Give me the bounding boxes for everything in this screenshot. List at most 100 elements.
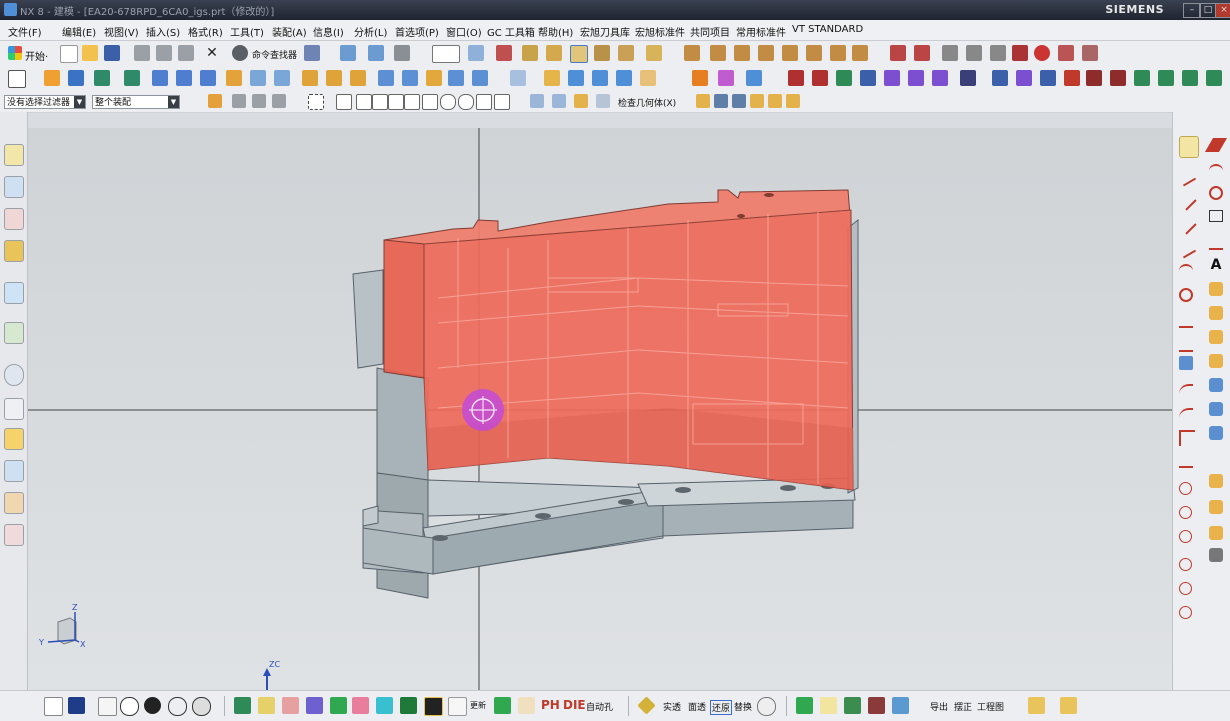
parallel-line-icon[interactable] [1175, 213, 1197, 235]
layer-tool-icon[interactable] [844, 697, 861, 714]
web-browser-icon[interactable] [4, 322, 24, 344]
standard-part-icon[interactable] [908, 70, 924, 86]
constraint-navigator-icon[interactable] [4, 176, 24, 198]
split-body-icon[interactable] [448, 70, 464, 86]
system-materials-icon[interactable] [4, 398, 24, 420]
boss-icon[interactable] [124, 70, 140, 86]
cut-icon[interactable] [134, 45, 150, 61]
rectangle-icon[interactable] [1209, 210, 1223, 222]
menu-common-standard[interactable]: 常用标准件 [736, 24, 786, 39]
hole-icon[interactable] [94, 70, 110, 86]
profile-line-icon[interactable] [1175, 165, 1197, 187]
menu-vt-standard[interactable]: VT STANDARD [792, 24, 863, 35]
menu-preferences[interactable]: 首选项(P) [395, 24, 439, 39]
menu-analysis[interactable]: 分析(L) [354, 24, 387, 39]
shell-icon[interactable] [350, 70, 366, 86]
mold-drawing-icon[interactable] [1206, 70, 1222, 86]
mold-tool-3-icon[interactable] [282, 697, 299, 714]
menu-tools[interactable]: 工具(T) [230, 24, 264, 39]
clip-section-icon[interactable] [768, 94, 782, 108]
pattern-curve-icon[interactable] [1209, 402, 1223, 416]
trim-curve-icon[interactable] [710, 45, 726, 61]
manufacturing-wizard-icon[interactable] [4, 460, 24, 482]
circle-center-icon[interactable] [1179, 482, 1192, 495]
menu-file[interactable]: 文件(F) [8, 24, 42, 39]
layer-settings-icon[interactable] [468, 45, 484, 61]
mold-tool-7-icon[interactable] [376, 697, 393, 714]
wcs-icon[interactable] [496, 45, 512, 61]
chamfer-sketch-icon[interactable] [1209, 330, 1223, 344]
geometric-constraint-icon[interactable] [1209, 474, 1223, 488]
polygon-tool-icon[interactable] [646, 45, 662, 61]
synchronous-icon[interactable] [692, 70, 708, 86]
measure-distance-icon[interactable] [696, 94, 710, 108]
trim-body-icon[interactable] [426, 70, 442, 86]
trim-icon[interactable] [1179, 408, 1193, 424]
select-edge-icon[interactable] [252, 94, 266, 108]
assembly-package-icon[interactable] [1060, 697, 1077, 714]
filter-face-icon[interactable] [530, 94, 544, 108]
project-curve-icon[interactable] [1209, 426, 1223, 440]
line-icon[interactable] [1204, 138, 1228, 152]
menu-info[interactable]: 信息(I) [313, 24, 344, 39]
paste-icon[interactable] [178, 45, 194, 61]
circle-radius-icon[interactable] [1179, 558, 1192, 571]
menu-window[interactable]: 窗口(O) [446, 24, 482, 39]
shaded-icon[interactable] [68, 697, 85, 714]
rotate-icon[interactable] [168, 697, 187, 716]
work-layer-select[interactable] [432, 45, 460, 63]
render-icon[interactable] [1082, 45, 1098, 61]
mold-tool-11-icon[interactable] [494, 697, 511, 714]
pocket-icon[interactable] [152, 70, 168, 86]
move-object-icon[interactable] [368, 45, 384, 61]
mold-wizard-icon[interactable] [788, 70, 804, 86]
chamfer-curve-icon[interactable] [806, 45, 822, 61]
face-transparent-button[interactable]: 面透 [688, 700, 706, 713]
extrude-icon[interactable] [44, 70, 60, 86]
menu-tool-library[interactable]: 宏旭刀具库 [580, 24, 630, 39]
note-icon[interactable] [820, 697, 837, 714]
rectangle-select-icon[interactable] [308, 94, 324, 110]
history-icon[interactable] [4, 364, 24, 386]
snap-arc-center-icon[interactable] [422, 94, 438, 110]
fillet-curve-icon[interactable] [782, 45, 798, 61]
insert-icon[interactable] [1064, 70, 1080, 86]
check-geometry-icon[interactable] [596, 94, 610, 108]
datum-icon[interactable] [546, 45, 562, 61]
circle-icon[interactable] [1209, 186, 1223, 200]
menu-assembly[interactable]: 装配(A) [272, 24, 307, 39]
sketch-icon[interactable] [522, 45, 538, 61]
snap-intersection-icon[interactable] [404, 94, 420, 110]
slider-icon[interactable] [1016, 70, 1032, 86]
wireframe-icon[interactable] [98, 697, 117, 716]
mold-base-icon[interactable] [884, 70, 900, 86]
brush-icon[interactable] [868, 697, 885, 714]
sketch-finish-icon[interactable] [1179, 136, 1199, 158]
tangent-arc-icon[interactable] [1179, 264, 1193, 280]
selection-scope-icon[interactable] [208, 94, 222, 108]
spline-icon[interactable] [1209, 234, 1223, 250]
layer-icon[interactable] [394, 45, 410, 61]
lifter-icon[interactable] [1040, 70, 1056, 86]
start-button[interactable]: 开始· [25, 48, 48, 63]
target-icon[interactable] [1034, 45, 1050, 61]
sketch-plane-icon[interactable] [8, 70, 26, 88]
menu-edit[interactable]: 编辑(E) [62, 24, 96, 39]
solid-transparent-button[interactable]: 实透 [663, 700, 681, 713]
zoom-icon[interactable] [144, 697, 161, 714]
ellipse-icon[interactable] [1179, 288, 1193, 302]
circle-diameter-icon[interactable] [1179, 582, 1192, 595]
mold-tool-5-icon[interactable] [330, 697, 347, 714]
probe-icon[interactable] [966, 45, 982, 61]
selection-priority-icon[interactable] [304, 45, 320, 61]
groove-icon[interactable] [226, 70, 242, 86]
menu-common-project[interactable]: 共同项目 [690, 24, 730, 39]
studio-spline-icon[interactable] [1179, 336, 1193, 352]
mold-tool-9-icon[interactable] [424, 697, 443, 716]
sketch-grid-icon[interactable] [1179, 356, 1193, 370]
filter-body-icon[interactable] [552, 94, 566, 108]
conic-icon[interactable] [1179, 312, 1193, 328]
electrode-icon[interactable] [992, 70, 1008, 86]
command-finder-icon[interactable] [232, 45, 248, 61]
menu-gc-toolbox[interactable]: GC 工具箱 [487, 24, 535, 39]
